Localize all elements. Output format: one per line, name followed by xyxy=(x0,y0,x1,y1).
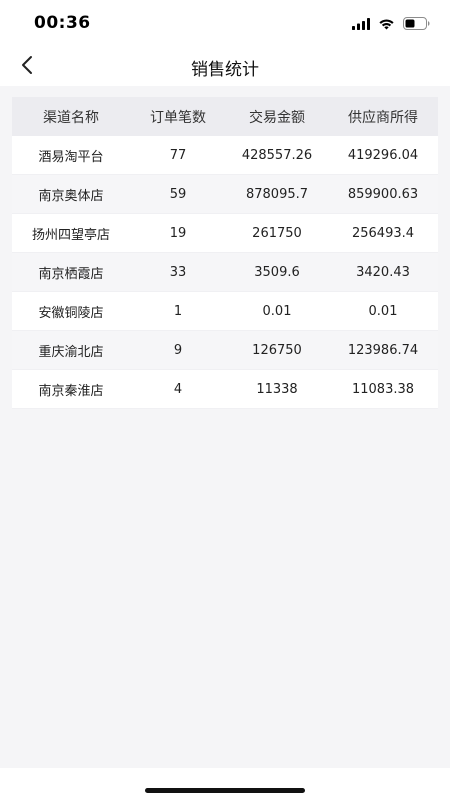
status-time: 00:36 xyxy=(34,13,91,33)
cell-transaction-amount: 878095.7 xyxy=(245,186,309,202)
cell-supplier-income: 3420.43 xyxy=(356,264,410,280)
table-row: 南京秦淮店 4 11338 11083.38 xyxy=(12,369,438,409)
header-transaction-amount: 交易金额 xyxy=(249,109,305,126)
cell-order-count: 77 xyxy=(169,147,187,163)
table-row: 南京奥体店 59 878095.7 859900.63 xyxy=(12,174,438,214)
table-header-row: 渠道名称 订单笔数 交易金额 供应商所得 xyxy=(12,97,438,136)
cell-order-count: 19 xyxy=(169,225,187,241)
cellular-signal-icon xyxy=(352,15,370,34)
wifi-icon xyxy=(378,15,395,34)
cell-supplier-income: 859900.63 xyxy=(347,186,419,202)
table-row: 酒易淘平台 77 428557.26 419296.04 xyxy=(12,136,438,175)
home-indicator-bar[interactable] xyxy=(145,788,305,793)
cell-supplier-income: 11083.38 xyxy=(351,381,415,397)
cell-channel-name: 安徽铜陵店 xyxy=(38,305,104,321)
cell-transaction-amount: 261750 xyxy=(252,225,302,241)
page-title: 销售统计 xyxy=(191,60,259,80)
cell-supplier-income: 123986.74 xyxy=(347,342,419,358)
header-supplier-income: 供应商所得 xyxy=(348,109,418,126)
status-icons xyxy=(352,15,430,34)
home-indicator-area xyxy=(0,768,450,800)
cell-channel-name: 南京秦淮店 xyxy=(38,383,104,399)
cell-order-count: 1 xyxy=(173,303,183,319)
cell-order-count: 33 xyxy=(169,264,187,280)
cell-channel-name: 南京奥体店 xyxy=(38,188,104,204)
battery-icon xyxy=(403,15,430,34)
cell-transaction-amount: 11338 xyxy=(256,381,298,397)
cell-transaction-amount: 3509.6 xyxy=(254,264,300,280)
cell-transaction-amount: 428557.26 xyxy=(241,147,313,163)
cell-channel-name: 南京栖霞店 xyxy=(38,266,104,282)
cell-order-count: 9 xyxy=(173,342,183,358)
cell-channel-name: 重庆渝北店 xyxy=(38,344,104,360)
cell-channel-name: 酒易淘平台 xyxy=(38,149,104,165)
header-channel-name: 渠道名称 xyxy=(43,109,99,126)
cell-supplier-income: 256493.4 xyxy=(351,225,415,241)
status-bar: 00:36 xyxy=(0,0,450,46)
table-row: 南京栖霞店 33 3509.6 3420.43 xyxy=(12,252,438,292)
cell-supplier-income: 0.01 xyxy=(368,303,398,319)
table-row: 扬州四望亭店 19 261750 256493.4 xyxy=(12,213,438,253)
cell-supplier-income: 419296.04 xyxy=(347,147,419,163)
header-order-count: 订单笔数 xyxy=(150,109,206,126)
table-row: 安徽铜陵店 1 0.01 0.01 xyxy=(12,291,438,331)
cell-order-count: 59 xyxy=(169,186,187,202)
cell-channel-name: 扬州四望亭店 xyxy=(31,227,110,243)
sales-table-container: 渠道名称 订单笔数 交易金额 供应商所得 酒易淘平台 77 428557.26 … xyxy=(12,97,438,409)
cell-transaction-amount: 126750 xyxy=(252,342,302,358)
nav-bar: 销售统计 xyxy=(0,46,450,86)
sales-table: 渠道名称 订单笔数 交易金额 供应商所得 酒易淘平台 77 428557.26 … xyxy=(12,97,438,409)
cell-transaction-amount: 0.01 xyxy=(262,303,292,319)
cell-order-count: 4 xyxy=(173,381,183,397)
table-row: 重庆渝北店 9 126750 123986.74 xyxy=(12,330,438,370)
